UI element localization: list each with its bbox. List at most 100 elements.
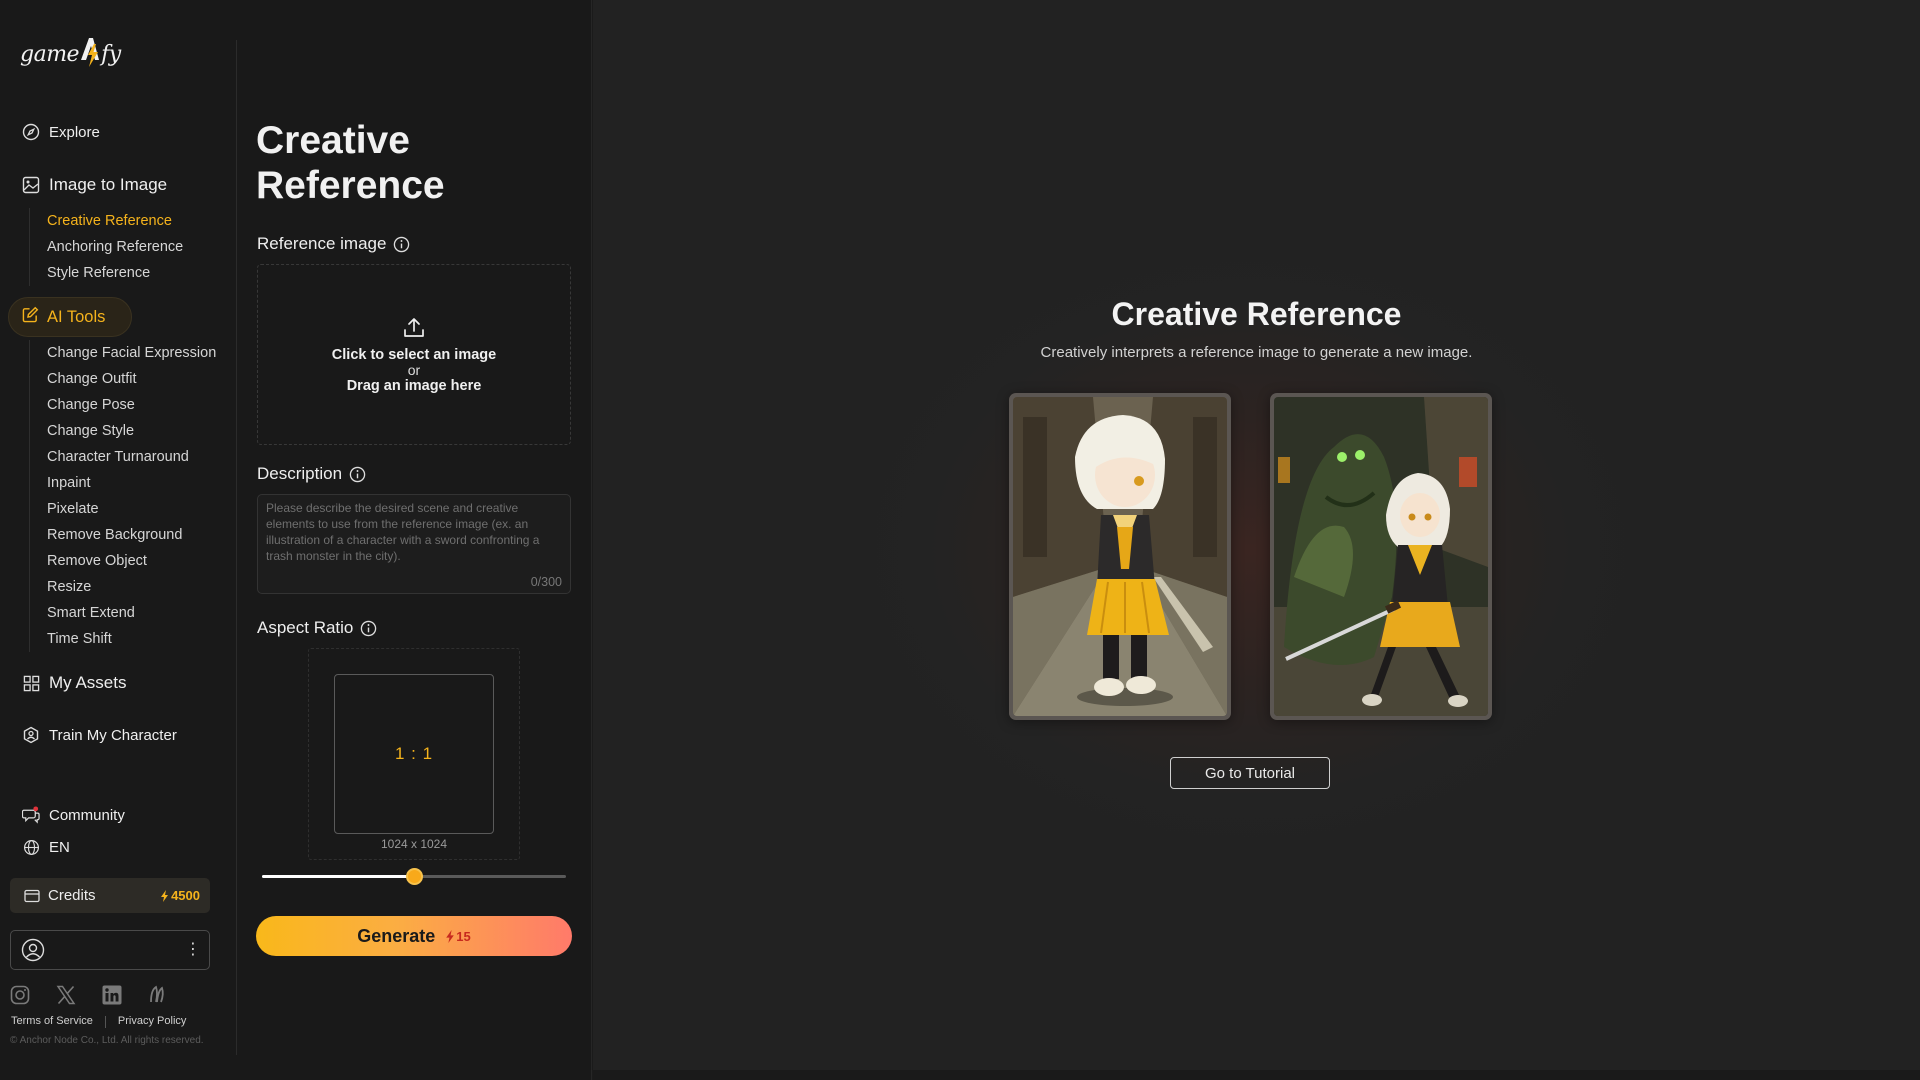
nav-community-label: Community <box>49 806 125 824</box>
description-label-text: Description <box>257 464 343 483</box>
bottom-strip <box>593 1070 1920 1080</box>
edit-icon <box>22 306 39 328</box>
nav-train-my-character[interactable]: Train My Character <box>22 726 177 744</box>
ai-tools-submenu: Change Facial Expression Change Outfit C… <box>29 340 229 652</box>
legal-divider <box>104 1016 106 1028</box>
nav-ai-tools-label: AI Tools <box>47 307 106 326</box>
example-reference-image <box>1009 393 1231 720</box>
credits-panel[interactable]: Credits 4500 <box>10 878 210 913</box>
linkedin-icon[interactable] <box>102 985 122 1005</box>
copyright-text: © Anchor Node Co., Ltd. All rights reser… <box>10 1035 204 1046</box>
sidebar-item-style-reference[interactable]: Style Reference <box>30 260 229 286</box>
generate-label: Generate <box>357 925 436 946</box>
info-icon[interactable] <box>393 236 410 253</box>
dropzone-drag-text: Drag an image here <box>346 377 482 394</box>
language-selector[interactable]: EN <box>22 838 70 856</box>
description-char-count: 0/300 <box>530 575 562 589</box>
bolt-icon <box>161 889 169 902</box>
sidebar-item-creative-reference[interactable]: Creative Reference <box>30 208 229 234</box>
feature-subtitle: Creatively interprets a reference image … <box>1040 344 1473 361</box>
aspect-ratio-size: 1024 x 1024 <box>380 837 448 851</box>
info-icon[interactable] <box>360 620 377 637</box>
user-account-menu[interactable]: ⋮ <box>10 930 210 970</box>
reference-image-label: Reference image <box>257 234 410 254</box>
example-generated-image <box>1270 393 1492 720</box>
sidebar-item-resize[interactable]: Resize <box>30 574 229 600</box>
reference-image-label-text: Reference image <box>257 234 387 253</box>
community-chat-icon <box>22 806 40 824</box>
aspect-ratio-slider[interactable] <box>262 868 566 885</box>
x-twitter-icon[interactable] <box>56 985 76 1005</box>
sidebar-item-time-shift[interactable]: Time Shift <box>30 626 229 652</box>
nav-explore[interactable]: Explore <box>22 123 100 141</box>
character-icon <box>22 726 40 744</box>
description-label: Description <box>257 464 366 484</box>
image-icon <box>22 176 40 194</box>
language-label: EN <box>49 838 70 856</box>
generate-cost: 15 <box>445 928 471 944</box>
sidebar-item-change-style[interactable]: Change Style <box>30 418 229 444</box>
credits-balance: 4500 <box>160 888 200 903</box>
dropzone-select-text: Click to select an image <box>331 346 497 363</box>
nav-ai-tools[interactable]: AI Tools <box>8 297 132 337</box>
sidebar-item-change-pose[interactable]: Change Pose <box>30 392 229 418</box>
sidebar: game fy Explore Image to Image Creative … <box>0 0 237 1080</box>
nav-my-assets-label: My Assets <box>49 673 127 692</box>
description-placeholder: Please describe the desired scene and cr… <box>266 501 540 563</box>
page-title: Creative Reference <box>256 119 445 207</box>
credits-label: Credits <box>48 887 96 904</box>
go-to-tutorial-button[interactable]: Go to Tutorial <box>1170 757 1330 789</box>
credits-value: 4500 <box>171 888 200 903</box>
globe-icon <box>22 838 40 856</box>
upload-icon <box>404 317 424 337</box>
sidebar-item-character-turnaround[interactable]: Character Turnaround <box>30 444 229 470</box>
logo-text-right: fy <box>101 41 121 67</box>
sidebar-item-smart-extend[interactable]: Smart Extend <box>30 600 229 626</box>
grid-icon <box>22 674 40 692</box>
aspect-ratio-frame: 1 : 1 <box>334 674 494 834</box>
sidebar-item-pixelate[interactable]: Pixelate <box>30 496 229 522</box>
aspect-ratio-value: 1 : 1 <box>394 744 434 763</box>
nav-my-assets[interactable]: My Assets <box>22 673 126 693</box>
creative-reference-form: Creative Reference Reference image Click… <box>237 0 592 1080</box>
compass-icon <box>22 123 40 141</box>
generate-cost-value: 15 <box>456 928 471 944</box>
nav-train-my-character-label: Train My Character <box>49 726 177 744</box>
aspect-ratio-label: Aspect Ratio <box>257 618 377 638</box>
dropzone-or-text: or <box>407 361 421 378</box>
sidebar-item-anchoring-reference[interactable]: Anchoring Reference <box>30 234 229 260</box>
gameafy-logo[interactable]: game fy <box>20 36 121 72</box>
slider-fill <box>262 875 414 878</box>
sidebar-item-change-facial-expression[interactable]: Change Facial Expression <box>30 340 229 366</box>
description-textarea[interactable]: Please describe the desired scene and cr… <box>257 494 571 594</box>
nav-community[interactable]: Community <box>22 806 125 824</box>
more-options-icon[interactable]: ⋮ <box>185 942 201 958</box>
feature-title: Creative Reference <box>1111 296 1402 332</box>
credit-card-icon <box>24 889 40 903</box>
avatar <box>21 938 45 962</box>
image-to-image-submenu: Creative Reference Anchoring Reference S… <box>29 208 229 286</box>
info-icon[interactable] <box>349 466 366 483</box>
nav-explore-label: Explore <box>49 123 100 141</box>
social-links <box>10 985 168 1005</box>
reference-image-dropzone[interactable]: Click to select an image or Drag an imag… <box>257 264 571 445</box>
sidebar-item-remove-background[interactable]: Remove Background <box>30 522 229 548</box>
sidebar-item-change-outfit[interactable]: Change Outfit <box>30 366 229 392</box>
nav-image-to-image-label: Image to Image <box>49 175 168 194</box>
sidebar-item-inpaint[interactable]: Inpaint <box>30 470 229 496</box>
main-preview-area: Creative Reference Creatively interprets… <box>593 0 1920 1070</box>
nav-image-to-image[interactable]: Image to Image <box>22 175 167 195</box>
slider-thumb[interactable] <box>406 868 423 885</box>
instagram-icon[interactable] <box>10 985 30 1005</box>
privacy-policy-link[interactable]: Privacy Policy <box>118 1015 186 1028</box>
aspect-ratio-preview: 1 : 1 1024 x 1024 <box>308 648 520 860</box>
bolt-icon <box>446 929 455 943</box>
legal-links: Terms of Service Privacy Policy <box>11 1015 186 1028</box>
sidebar-item-remove-object[interactable]: Remove Object <box>30 548 229 574</box>
threads-icon[interactable] <box>148 985 168 1005</box>
generate-button[interactable]: Generate 15 <box>256 916 572 956</box>
logo-text-left: game <box>20 41 80 67</box>
aspect-ratio-label-text: Aspect Ratio <box>257 618 354 637</box>
terms-of-service-link[interactable]: Terms of Service <box>11 1015 93 1028</box>
logo-bolt-icon <box>77 34 103 75</box>
